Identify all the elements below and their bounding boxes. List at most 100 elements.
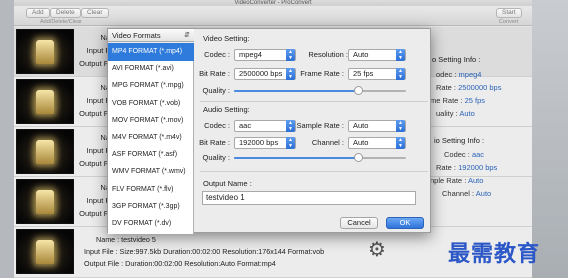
audio-info-heading: io Setting Info : — [434, 136, 485, 145]
stepper-arrows-icon: ▲ ▼ — [286, 49, 295, 61]
samplerate-label: Sample Rate : — [296, 121, 344, 130]
add-button[interactable]: Add — [26, 8, 50, 18]
video-quality-slider[interactable] — [234, 86, 406, 95]
start-caption: Convert — [499, 19, 519, 25]
audio-codec-label: Codec : — [204, 121, 230, 130]
row-name-label: Na — [100, 83, 110, 92]
row-output-label: Output Fi — [79, 59, 110, 68]
audio-bitrate-label: Bit Rate : — [199, 138, 230, 147]
updown-arrows-icon: ⇵ — [184, 32, 190, 39]
format-list-item[interactable]: MPG FORMAT (*.mpg) — [108, 77, 194, 95]
format-list-item[interactable]: M4V FORMAT (*.m4v) — [108, 129, 194, 147]
stepper-arrows-icon: ▲ ▼ — [396, 120, 405, 132]
samplerate-value: Auto — [353, 121, 369, 130]
video-thumbnail — [16, 229, 74, 274]
gear-icon[interactable]: ⚙ — [368, 240, 388, 260]
toolbar: Add Delete Clear Add/Delete/Clear Start … — [14, 6, 532, 26]
row-name-label: Na — [100, 133, 110, 142]
framerate-select[interactable]: 25 fps ▲ ▼ — [348, 68, 406, 80]
format-list-item[interactable]: ASF FORMAT (*.asf) — [108, 146, 194, 164]
resolution-label: Resolution : — [308, 50, 348, 59]
stepper-arrows-icon: ▲ ▼ — [286, 68, 295, 80]
format-list-item[interactable]: WMV FORMAT (*.wmv) — [108, 163, 194, 181]
stepper-arrows-icon: ▲ ▼ — [396, 49, 405, 61]
row-output-label: Output Fi — [79, 109, 110, 118]
setting-info-panel: o Setting Info : odec : mpeg4 Rate : 250… — [422, 27, 532, 237]
samplerate-select[interactable]: Auto ▲ ▼ — [348, 120, 406, 132]
format-list-item[interactable]: MP4 FORMAT (*.mp4) — [108, 43, 194, 61]
framerate-value: 25 fps — [353, 69, 374, 78]
watermark-text: 最需教育 — [448, 242, 541, 267]
start-button[interactable]: Start — [496, 8, 522, 18]
audio-bitrate-value: 192000 bps — [239, 138, 279, 147]
audio-quality-slider[interactable] — [234, 153, 406, 162]
video-thumbnail — [16, 79, 74, 124]
video-thumbnail — [16, 29, 74, 74]
ok-button[interactable]: OK — [386, 217, 424, 229]
audio-samplerate-info: nple Rate : Auto — [430, 176, 484, 185]
video-info-heading: o Setting Info : — [432, 55, 481, 64]
video-framerate-info: me Rate : 25 fps — [430, 96, 486, 105]
video-bitrate-info: Rate : 2500000 bps — [436, 83, 502, 92]
audio-codec-value: aac — [239, 121, 252, 130]
format-list: MP4 FORMAT (*.mp4) AVI FORMAT (*.avi) MPG … — [108, 43, 194, 234]
delete-button[interactable]: Delete — [50, 8, 81, 18]
video-quality-label: Quality : — [202, 86, 230, 95]
row-input-label: Input F — [86, 196, 110, 205]
section-divider — [200, 101, 428, 102]
audio-quality-knob[interactable] — [354, 153, 363, 162]
resolution-select[interactable]: Auto ▲ ▼ — [348, 49, 406, 61]
format-list-item[interactable]: 3GP FORMAT (*.3gp) — [108, 198, 194, 216]
resolution-value: Auto — [353, 50, 369, 59]
stepper-arrows-icon: ▲ ▼ — [396, 68, 405, 80]
format-list-item[interactable]: MOV FORMAT (*.mov) — [108, 112, 194, 130]
format-list-item[interactable]: FLV FORMAT (*.flv) — [108, 181, 194, 199]
format-list-item[interactable]: DV FORMAT (*.dv) — [108, 215, 194, 233]
channel-select[interactable]: Auto ▲ ▼ — [348, 137, 406, 149]
audio-quality-label: Quality : — [202, 153, 230, 162]
row-output-label: Output Fi — [79, 209, 110, 218]
stepper-arrows-icon: ▲ ▼ — [286, 137, 295, 149]
audio-quality-fill — [234, 157, 358, 159]
video-bitrate-select[interactable]: 2500000 bps ▲ ▼ — [234, 68, 296, 80]
row-name-label: Na — [100, 183, 110, 192]
row-output-label: Output Fi — [79, 159, 110, 168]
video-quality-info: uality : Auto — [436, 109, 475, 118]
clear-button[interactable]: Clear — [81, 8, 109, 18]
channel-label: Channel : — [311, 138, 344, 147]
output-name-label: Output Name : — [203, 179, 252, 188]
video-codec-select[interactable]: mpeg4 ▲ ▼ — [234, 49, 296, 61]
audio-setting-heading: Audio Setting: — [203, 105, 250, 114]
format-list-item[interactable]: VOB FORMAT (*.vob) — [108, 95, 194, 113]
row-input-label: Input F — [86, 46, 110, 55]
row-input-label: Input F — [86, 96, 110, 105]
audio-codec-select[interactable]: aac ▲ ▼ — [234, 120, 296, 132]
audio-bitrate-info: Rate : 192000 bps — [436, 163, 498, 172]
format-category-label: Video Formats — [112, 31, 161, 40]
section-divider — [200, 171, 428, 172]
row-input-label: Input F — [86, 146, 110, 155]
video-thumbnail — [16, 179, 74, 224]
channel-value: Auto — [353, 138, 369, 147]
audio-codec-info: Codec : aac — [444, 150, 485, 159]
row-name: Name : testvideo 5 — [96, 235, 156, 244]
format-settings-dialog: Video Formats ⇵ MP4 FORMAT (*.mp4) AVI FO… — [107, 28, 431, 234]
row-output-info: Output File : Duration:00:02:00 Resoluti… — [84, 259, 276, 268]
audio-bitrate-select[interactable]: 192000 bps ▲ ▼ — [234, 137, 296, 149]
row-name-label: Na — [100, 33, 110, 42]
desktop-left-edge — [0, 0, 14, 278]
toolbar-group-caption: Add/Delete/Clear — [40, 19, 82, 25]
stepper-arrows-icon: ▲ ▼ — [396, 137, 405, 149]
video-quality-knob[interactable] — [354, 86, 363, 95]
video-codec-info: odec : mpeg4 — [436, 70, 482, 79]
format-list-item[interactable]: AVI FORMAT (*.avi) — [108, 60, 194, 78]
video-bitrate-label: Bit Rate : — [199, 69, 230, 78]
audio-channel-info: Channel : Auto — [442, 189, 492, 198]
cancel-button[interactable]: Cancel — [340, 217, 378, 229]
output-name-field[interactable]: testvideo 1 — [202, 191, 416, 205]
format-category-select[interactable]: Video Formats ⇵ — [108, 29, 194, 42]
video-thumbnail — [16, 129, 74, 174]
video-setting-heading: Video Setting: — [203, 34, 250, 43]
row-input-info: Input File : Size:997.5kb Duration:00:02… — [84, 247, 325, 256]
video-codec-label: Codec : — [204, 50, 230, 59]
